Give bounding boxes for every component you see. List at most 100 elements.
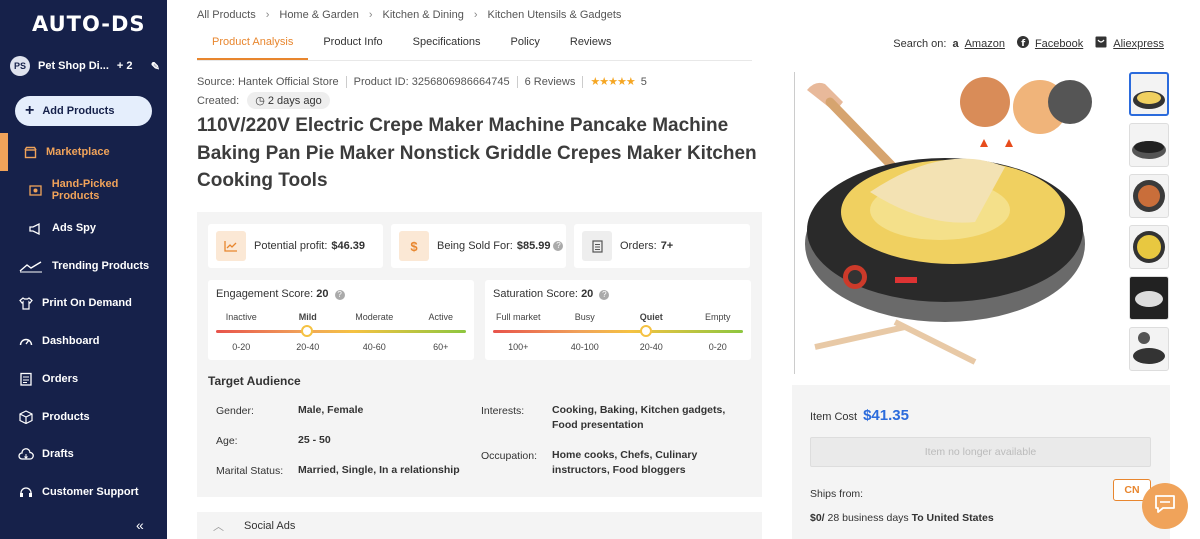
breadcrumb-item[interactable]: All Products xyxy=(197,9,256,21)
sidebar-item-trending[interactable]: Trending Products xyxy=(18,256,149,276)
target-audience-title: Target Audience xyxy=(208,374,301,388)
saturation-header: Saturation Score: 20 ? xyxy=(493,288,610,300)
engagement-knob xyxy=(301,325,313,337)
tab-specifications[interactable]: Specifications xyxy=(398,28,496,60)
ship-days: 28 business days xyxy=(827,512,909,524)
created-chip: ◷ 2 days ago xyxy=(247,92,330,109)
orders-label: Orders: xyxy=(620,240,657,252)
main-content: All Products › Home & Garden › Kitchen &… xyxy=(167,0,1200,539)
facebook-link[interactable]: Facebook xyxy=(1035,38,1083,50)
sidebar-item-print-on-demand[interactable]: Print On Demand xyxy=(18,293,132,313)
range-label: 60+ xyxy=(433,342,449,352)
sidebar-item-drafts[interactable]: Drafts xyxy=(18,444,74,464)
unavailable-button[interactable]: Item no longer available xyxy=(810,437,1151,467)
chart-icon xyxy=(216,231,246,261)
saturation-label: Saturation Score: xyxy=(493,288,578,300)
chevron-up-icon[interactable]: ︿ xyxy=(213,518,224,534)
saturation-score: Saturation Score: 20 ? Full market Busy … xyxy=(485,280,751,360)
sidebar-item-label: Hand-Picked Products xyxy=(51,178,119,202)
item-cost-value: $41.35 xyxy=(863,407,909,424)
engagement-header: Engagement Score: 20 ? xyxy=(216,288,345,300)
tab-policy[interactable]: Policy xyxy=(496,28,555,60)
breadcrumb-item[interactable]: Kitchen & Dining xyxy=(383,9,464,21)
help-icon[interactable]: ? xyxy=(599,290,610,300)
level-label: Inactive xyxy=(225,312,257,322)
chat-bubble-icon xyxy=(1154,494,1176,519)
range-label: 20-40 xyxy=(639,342,663,352)
search-on: Search on: a Amazon f Facebook Aliexpres… xyxy=(893,36,1170,51)
marital-label: Marital Status: xyxy=(216,465,284,477)
sidebar-item-marketplace[interactable]: Marketplace xyxy=(22,142,110,162)
sidebar-item-hand-picked[interactable]: Hand-Picked Products xyxy=(28,178,167,202)
social-ads-section[interactable]: ︿ Social Ads xyxy=(197,512,762,539)
star-rating-icon: ★★★★★ xyxy=(590,76,635,88)
range-label: 0-20 xyxy=(232,342,251,352)
age-label: Age: xyxy=(216,435,238,447)
search-on-label: Search on: xyxy=(893,37,947,50)
breadcrumb-item[interactable]: Kitchen Utensils & Gadgets xyxy=(488,9,622,21)
analysis-panel: Potential profit: $46.39 $ Being Sold Fo… xyxy=(197,212,762,497)
sidebar-item-products[interactable]: Products xyxy=(18,407,90,427)
store-selector[interactable]: PS Pet Shop Di... + 2 ✎ xyxy=(10,56,160,76)
hand-picked-icon xyxy=(28,182,44,198)
range-label: 20-40 xyxy=(296,342,320,352)
tab-reviews[interactable]: Reviews xyxy=(555,28,627,60)
level-label: Quiet xyxy=(639,312,663,322)
sidebar-item-orders[interactable]: Orders xyxy=(18,369,78,389)
orders-card: Orders: 7+ xyxy=(574,224,750,268)
occupation-label: Occupation: xyxy=(481,450,538,462)
amazon-icon: a xyxy=(952,37,959,50)
sidebar-item-ads-spy[interactable]: Ads Spy xyxy=(28,218,96,238)
thumbnail[interactable] xyxy=(1129,225,1169,269)
item-cost: Item Cost $41.35 xyxy=(810,407,909,424)
store-icon xyxy=(22,144,38,160)
sidebar-item-label: Orders xyxy=(42,373,79,385)
product-id: Product ID: 3256806986664745 xyxy=(353,75,510,88)
review-count[interactable]: 6 Reviews xyxy=(525,76,576,88)
sidebar-item-dashboard[interactable]: Dashboard xyxy=(18,331,99,351)
collapse-sidebar-icon[interactable]: « xyxy=(136,517,144,533)
thumbnail[interactable] xyxy=(1129,123,1169,167)
engagement-bar xyxy=(216,330,466,333)
level-label: Active xyxy=(428,312,453,322)
thumbnail[interactable] xyxy=(1129,72,1169,116)
item-cost-label: Item Cost xyxy=(810,411,858,423)
sidebar-item-customer-support[interactable]: Customer Support xyxy=(18,482,139,502)
tab-product-analysis[interactable]: Product Analysis xyxy=(197,28,309,60)
help-icon[interactable]: ? xyxy=(553,241,564,251)
saturation-value: 20 xyxy=(581,288,594,300)
product-image[interactable] xyxy=(794,72,1094,374)
sidebar-item-label: Customer Support xyxy=(42,486,139,498)
sidebar-item-label: Print On Demand xyxy=(42,297,132,309)
gender-label: Gender: xyxy=(216,405,254,417)
chat-button[interactable] xyxy=(1142,483,1188,529)
range-label: 100+ xyxy=(508,342,529,352)
aliexpress-link[interactable]: Aliexpress xyxy=(1113,38,1164,50)
sidebar-item-label: Drafts xyxy=(42,448,74,460)
sidebar-item-label: Trending Products xyxy=(52,260,150,272)
tab-product-info[interactable]: Product Info xyxy=(308,28,397,60)
edit-pencil-icon[interactable]: ✎ xyxy=(151,60,160,73)
breadcrumb-item[interactable]: Home & Garden xyxy=(279,9,358,21)
profit-card: Potential profit: $46.39 xyxy=(208,224,383,268)
tab-bar: Product Analysis Product Info Specificat… xyxy=(197,28,626,60)
range-label: 40-60 xyxy=(362,342,386,352)
help-icon[interactable]: ? xyxy=(334,290,345,300)
engagement-levels: Inactive Mild Moderate Active xyxy=(208,312,474,322)
saturation-levels: Full market Busy Quiet Empty xyxy=(485,312,751,322)
thumbnail[interactable] xyxy=(1129,327,1169,371)
engagement-score: Engagement Score: 20 ? Inactive Mild Mod… xyxy=(208,280,474,360)
cloud-icon xyxy=(18,446,34,462)
level-label: Full market xyxy=(495,312,541,322)
social-ads-label: Social Ads xyxy=(244,519,296,532)
facebook-icon: f xyxy=(1016,36,1029,51)
active-indicator xyxy=(0,133,8,171)
thumbnail[interactable] xyxy=(1129,174,1169,218)
add-products-button[interactable]: + Add Products xyxy=(15,96,152,126)
clock-icon: ◷ xyxy=(255,95,265,107)
trending-icon xyxy=(18,258,44,274)
amazon-link[interactable]: Amazon xyxy=(965,38,1005,50)
plus-icon: + xyxy=(25,102,35,119)
thumbnail[interactable] xyxy=(1129,276,1169,320)
autods-logo[interactable]: AUTO-DS xyxy=(32,12,146,36)
